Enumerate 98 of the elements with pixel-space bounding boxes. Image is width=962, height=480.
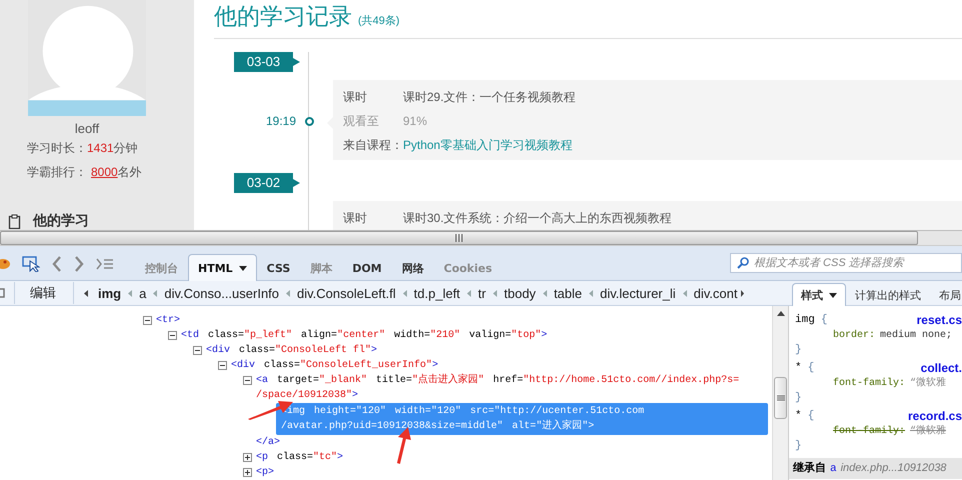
scrollbar-thumb[interactable]: [0, 231, 918, 245]
timeline-dot-icon: [305, 116, 314, 126]
chevron-icon: [286, 290, 290, 296]
collapse-icon[interactable]: [243, 376, 252, 385]
code-line[interactable]: <div class="ConsoleLeft_userInfo">: [226, 358, 768, 373]
firebug-icon[interactable]: [0, 257, 10, 271]
stylesheet-link[interactable]: record.cs: [908, 409, 962, 424]
chevron-icon: [128, 290, 132, 296]
panel-tab[interactable]: DOM: [342, 254, 392, 281]
code-line[interactable]: <div class="ConsoleLeft fl">: [201, 343, 768, 358]
css-value[interactable]: “微软雅: [910, 378, 946, 389]
breadcrumb-item[interactable]: table: [552, 286, 584, 300]
search-icon: [737, 257, 749, 269]
code-line[interactable]: <a target="_blank" title="点击进入家园" href="http://home.51cto.com//index.php?s=/space/10912038">: [251, 373, 768, 403]
stylesheet-link[interactable]: collect.: [920, 361, 962, 376]
field-label: 课时: [343, 210, 368, 227]
chevron-icon: [682, 290, 687, 296]
css-selector: img: [795, 313, 815, 328]
back-icon[interactable]: [52, 256, 62, 272]
breadcrumb-item[interactable]: img: [96, 286, 124, 300]
collapse-icon[interactable]: [168, 331, 177, 340]
css-property[interactable]: font-family:: [833, 426, 906, 437]
code-line[interactable]: <p class="tc">: [251, 450, 768, 465]
breadcrumb-item[interactable]: div.Conso...userInfo: [162, 286, 282, 300]
clipboard-icon: [8, 214, 21, 228]
username: leoff: [74, 122, 100, 136]
breadcrumb-item[interactable]: td.p_left: [412, 286, 462, 300]
field-value: 91%: [403, 113, 428, 130]
chevron-icon: [467, 290, 472, 296]
breadcrumb-item[interactable]: div.cont: [692, 286, 740, 300]
css-brace: }: [795, 391, 803, 406]
stylesheet-link[interactable]: reset.cs: [916, 313, 962, 328]
field-value: 课时29.文件：一个任务视频教程: [403, 89, 576, 106]
edit-button[interactable]: 编辑: [21, 284, 65, 302]
css-value[interactable]: medium none;: [880, 330, 952, 341]
scroll-left-icon[interactable]: [84, 290, 88, 296]
caret-icon[interactable]: [829, 292, 837, 298]
inherited-header: 继承自 a index.php...10912038: [789, 458, 962, 479]
breadcrumb-item[interactable]: div.ConsoleLeft.fl: [295, 286, 398, 300]
scrollbar-thumb[interactable]: [774, 377, 787, 419]
css-brace: }: [795, 343, 803, 358]
panel-tab[interactable]: 网络: [392, 254, 434, 281]
panel-icon[interactable]: [0, 288, 6, 298]
entry-time: 19:19: [266, 114, 296, 128]
chevron-icon: [589, 290, 594, 296]
css-brace: {: [820, 313, 828, 328]
date-tag: 03-02: [234, 173, 293, 193]
scrollbar[interactable]: [0, 230, 962, 246]
chevron-icon: [493, 290, 497, 296]
breadcrumb-item[interactable]: a: [137, 286, 148, 300]
panel-tab[interactable]: 计算出的样式: [846, 283, 930, 306]
scrollbar[interactable]: [772, 306, 788, 480]
field-label: 观看至: [343, 113, 380, 130]
field-value: 课时30.文件系统：介绍一个高大上的东西视频教程: [403, 210, 672, 227]
caret-icon[interactable]: [238, 266, 247, 270]
collapse-icon[interactable]: [193, 346, 202, 355]
css-value[interactable]: “微软雅: [910, 426, 946, 437]
breadcrumb-item[interactable]: tr: [476, 286, 488, 300]
breadcrumb-item[interactable]: tbody: [502, 286, 538, 300]
record-count: (共49条): [358, 14, 400, 28]
forward-icon[interactable]: [74, 256, 84, 272]
nav-item[interactable]: 他的学习: [33, 212, 89, 230]
tag-pointer-icon: [293, 179, 300, 187]
panel-tab[interactable]: 样式: [792, 283, 846, 306]
date-tag: 03-03: [234, 52, 293, 72]
stat-text: 学霸排行： 8000名外: [27, 164, 143, 181]
inspect-icon[interactable]: [22, 256, 40, 272]
scroll-right-icon[interactable]: [741, 290, 744, 296]
css-property[interactable]: border:: [833, 330, 876, 341]
tag-pointer-icon: [293, 58, 300, 66]
panel-tab[interactable]: CSS: [256, 254, 300, 281]
chevron-icon: [542, 290, 547, 296]
code-line[interactable]: <td class="p_left" align="center" width="210" valign="top">: [176, 328, 768, 343]
collapse-icon[interactable]: [143, 316, 152, 325]
page-title: 他的学习记录: [214, 2, 352, 31]
panel-tab[interactable]: 布局: [930, 283, 962, 306]
css-brace: {: [808, 409, 814, 424]
code-line[interactable]: <p>: [251, 465, 768, 480]
command-line-icon[interactable]: [96, 258, 114, 270]
panel-tab[interactable]: HTML: [188, 254, 257, 281]
css-selector: *: [795, 361, 802, 376]
css-property[interactable]: font-family:: [833, 378, 906, 389]
css-selector: *: [795, 409, 802, 424]
search-field[interactable]: 根据文本或者 CSS 选择器搜索: [730, 253, 962, 273]
stat-text: 学习时长：1431分钟: [27, 140, 139, 157]
collapse-icon[interactable]: [218, 361, 227, 370]
css-brace: }: [795, 439, 803, 454]
code-line[interactable]: </a>: [251, 435, 768, 450]
field-label: 课时: [343, 89, 368, 106]
chevron-icon: [402, 290, 407, 296]
scroll-up-icon[interactable]: [776, 311, 784, 316]
chevron-icon: [153, 290, 158, 296]
code-line[interactable]: <tr>: [151, 313, 768, 328]
css-brace: {: [808, 361, 814, 376]
expand-icon[interactable]: [243, 468, 252, 477]
expand-icon[interactable]: [243, 453, 252, 462]
field-label: 来自课程：: [343, 137, 403, 154]
breadcrumb-item[interactable]: div.lecturer_li: [598, 286, 678, 300]
